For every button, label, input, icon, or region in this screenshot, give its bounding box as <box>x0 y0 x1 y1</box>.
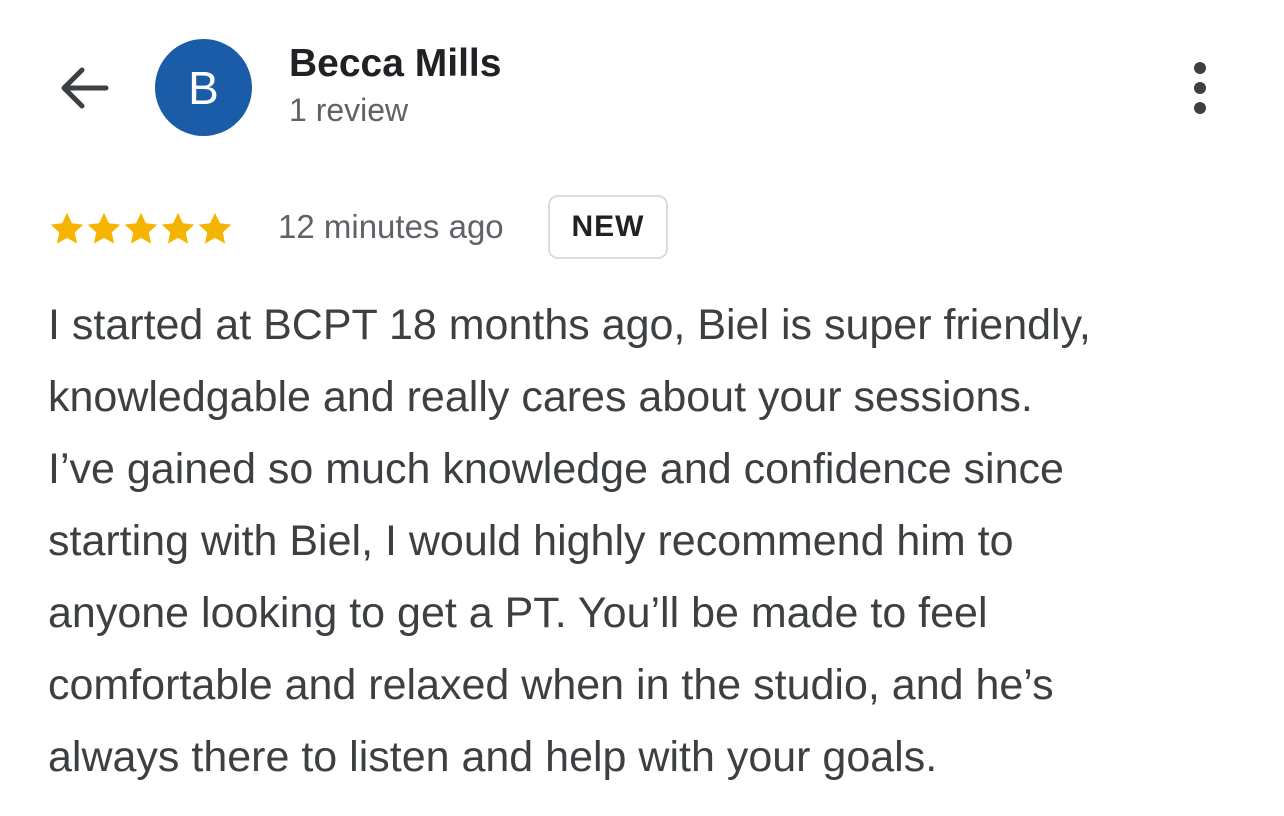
more-vert-icon <box>1194 62 1206 114</box>
more-options-button[interactable] <box>1172 55 1228 121</box>
review-text-line: anyone looking to get a PT. You’ll be ma… <box>48 589 988 637</box>
review-text-line: I’ve gained so much knowledge and confid… <box>48 445 1064 493</box>
review-text-line: I started at BCPT 18 months ago, Biel is… <box>48 301 1091 349</box>
back-button[interactable] <box>50 58 116 118</box>
reviewer-review-count: 1 review <box>289 92 409 128</box>
avatar[interactable]: B <box>155 39 252 136</box>
star-icon <box>161 212 195 244</box>
review-text-line: always there to listen and help with you… <box>48 733 938 781</box>
review-text-line: starting with Biel, I would highly recom… <box>48 517 1014 565</box>
star-icon <box>50 212 84 244</box>
star-icon <box>124 212 158 244</box>
star-rating <box>48 208 233 250</box>
review-text: I started at BCPT 18 months ago, Biel is… <box>48 289 1248 793</box>
review-timestamp: 12 minutes ago <box>278 208 504 245</box>
arrow-left-icon <box>61 67 109 109</box>
review-text-line: knowledgable and really cares about your… <box>48 373 1033 421</box>
review-text-line: comfortable and relaxed when in the stud… <box>48 661 1054 709</box>
reviewer-name[interactable]: Becca Mills <box>289 42 501 86</box>
star-icon <box>198 212 232 244</box>
star-icon <box>87 212 121 244</box>
new-badge: NEW <box>548 195 668 259</box>
